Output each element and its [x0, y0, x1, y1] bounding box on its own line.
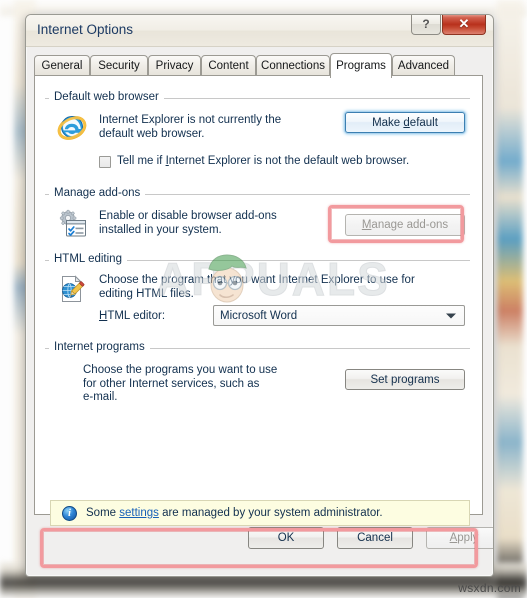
- internet-programs-line3: e-mail.: [83, 391, 118, 403]
- default-browser-description: Internet Explorer is not currently the d…: [99, 114, 281, 141]
- tell-me-checkbox-row[interactable]: Tell me if Internet Explorer is not the …: [99, 155, 409, 169]
- internet-programs-description: Choose the programs you want to use for …: [83, 364, 277, 405]
- settings-link[interactable]: settings: [119, 507, 159, 519]
- tab-connections[interactable]: Connections: [256, 55, 330, 76]
- apply-accesskey: A: [449, 532, 458, 544]
- manage-addons-button[interactable]: Manage add-ons: [345, 214, 465, 236]
- corner-watermark: wsxdn.com: [458, 581, 521, 595]
- manage-addons-line1: Enable or disable browser add-ons: [99, 210, 277, 222]
- set-programs-button[interactable]: Set programs: [345, 369, 465, 390]
- tab-general[interactable]: General: [34, 55, 90, 76]
- make-default-button-label: Make default: [372, 116, 438, 129]
- group-title-manage-addons: Manage add-ons: [49, 187, 146, 199]
- manage-addons-button-label: Manage add-ons: [361, 219, 449, 231]
- internet-programs-line2: for other Internet services, such as: [83, 377, 260, 390]
- tab-advanced[interactable]: Advanced: [392, 55, 455, 76]
- group-title-internet-programs: Internet programs: [49, 341, 150, 353]
- tell-me-checkbox[interactable]: [99, 155, 111, 168]
- default-browser-line1: Internet Explorer is not currently the: [99, 114, 282, 126]
- make-default-button[interactable]: Make default: [345, 112, 465, 133]
- group-manage-addons: Manage add-ons Enable or disable browser…: [35, 187, 482, 254]
- group-title-html-editing: HTML editing: [49, 253, 127, 265]
- html-editor-selected-value: Microsoft Word: [220, 309, 298, 322]
- group-internet-programs: Internet programs Choose the programs yo…: [35, 341, 482, 418]
- ok-button[interactable]: OK: [248, 527, 324, 549]
- chevron-down-icon[interactable]: [446, 313, 456, 318]
- html-editor-icon: [57, 274, 87, 304]
- internet-explorer-icon: [57, 112, 87, 142]
- default-browser-line2: default web browser.: [99, 127, 205, 140]
- tab-privacy[interactable]: Privacy: [148, 55, 201, 76]
- close-button[interactable]: ✕: [442, 15, 486, 35]
- help-button[interactable]: ?: [411, 15, 441, 35]
- manage-addons-description: Enable or disable browser add-ons instal…: [99, 210, 277, 237]
- html-editing-line2: editing HTML files.: [99, 287, 194, 300]
- info-icon: i: [62, 505, 77, 521]
- html-editing-line1: Choose the program that you want Interne…: [99, 274, 415, 286]
- apply-button[interactable]: Apply: [426, 527, 493, 549]
- addons-gear-icon: [57, 208, 87, 238]
- tell-me-checkbox-label: Tell me if Internet Explorer is not the …: [117, 155, 410, 167]
- tab-programs[interactable]: Programs: [330, 53, 392, 78]
- dialog-footer: OK Cancel Apply: [26, 527, 493, 567]
- tab-security[interactable]: Security: [90, 55, 148, 76]
- admin-managed-text: Some settings are managed by your system…: [86, 507, 383, 519]
- tab-content[interactable]: Content: [201, 55, 256, 76]
- group-default-web-browser: Default web browser Internet Explorer is…: [35, 91, 482, 178]
- html-editor-field-label: HTML editor:: [99, 310, 166, 322]
- backdrop-right-blur: [497, 0, 523, 598]
- window-title: Internet Options: [37, 22, 134, 37]
- tab-strip: General Security Privacy Content Connect…: [34, 53, 493, 78]
- admin-managed-infobar: i Some settings are managed by your syst…: [50, 500, 470, 526]
- apply-button-label: pply: [457, 532, 479, 544]
- group-title-default-web-browser: Default web browser: [49, 91, 164, 103]
- html-editing-description: Choose the program that you want Interne…: [99, 274, 415, 301]
- html-editor-combobox[interactable]: Microsoft Word: [213, 305, 465, 326]
- internet-options-dialog: Internet Options ? ✕ General Security Pr…: [25, 14, 494, 577]
- title-bar[interactable]: Internet Options ? ✕: [26, 15, 493, 47]
- manage-addons-line2: installed in your system.: [99, 223, 222, 236]
- programs-tab-panel: Default web browser Internet Explorer is…: [34, 75, 483, 526]
- cancel-button[interactable]: Cancel: [337, 527, 413, 549]
- group-html-editing: HTML editing Choose the program that you…: [35, 253, 482, 336]
- internet-programs-line1: Choose the programs you want to use: [83, 364, 278, 376]
